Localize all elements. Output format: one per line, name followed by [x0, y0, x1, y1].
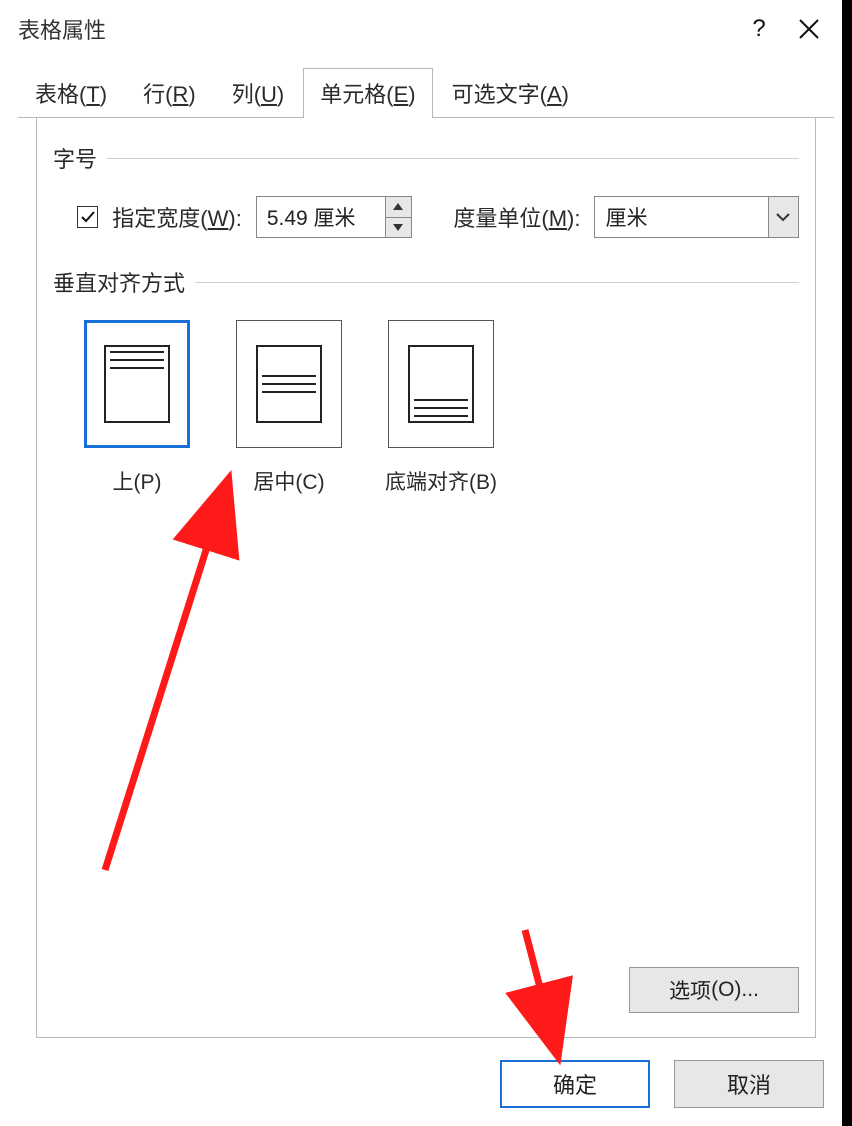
window-right-edge: [842, 0, 852, 1126]
valign-option-center[interactable]: [236, 320, 342, 448]
valign-option-top[interactable]: [84, 320, 190, 448]
dialog-title: 表格属性: [18, 13, 734, 45]
valign-label-bottom: 底端对齐(B): [385, 466, 497, 496]
group-label-size: 字号: [53, 142, 97, 174]
group-label-valign: 垂直对齐方式: [53, 266, 185, 298]
close-icon[interactable]: [784, 18, 834, 40]
options-button[interactable]: 选项(O)...: [629, 967, 799, 1013]
valign-option-bottom[interactable]: [388, 320, 494, 448]
tab-table[interactable]: 表格(T): [18, 68, 124, 118]
combo-measure-unit[interactable]: 厘米: [594, 196, 799, 238]
titlebar: 表格属性 ?: [0, 0, 852, 58]
spinner-down-icon[interactable]: [386, 218, 411, 238]
chevron-down-icon[interactable]: [768, 197, 798, 237]
combo-value: 厘米: [595, 197, 768, 237]
help-icon[interactable]: ?: [734, 15, 784, 43]
dialog-footer: 确定 取消: [0, 1038, 852, 1108]
cancel-button[interactable]: 取消: [674, 1060, 824, 1108]
tab-cell[interactable]: 单元格(E): [303, 68, 432, 118]
tabs-container: 表格(T) 行(R) 列(U) 单元格(E) 可选文字(A) 字号: [0, 58, 852, 1038]
tab-row[interactable]: 行(R): [126, 68, 213, 118]
label-preferred-width: 指定宽度(W):: [112, 201, 242, 233]
tab-alttext[interactable]: 可选文字(A): [435, 68, 586, 118]
label-measure-unit: 度量单位(M):: [453, 201, 580, 233]
tab-column[interactable]: 列(U): [215, 68, 302, 118]
checkbox-preferred-width[interactable]: [77, 206, 98, 228]
valign-label-top: 上(P): [112, 466, 161, 496]
valign-label-center: 居中(C): [253, 466, 324, 496]
ok-button[interactable]: 确定: [500, 1060, 650, 1108]
spinner-up-icon[interactable]: [386, 197, 411, 218]
spinner-value[interactable]: 5.49 厘米: [257, 197, 385, 237]
tab-panel-cell: 字号 指定宽度(W): 5.49 厘米: [36, 118, 816, 1038]
spinner-preferred-width[interactable]: 5.49 厘米: [256, 196, 412, 238]
